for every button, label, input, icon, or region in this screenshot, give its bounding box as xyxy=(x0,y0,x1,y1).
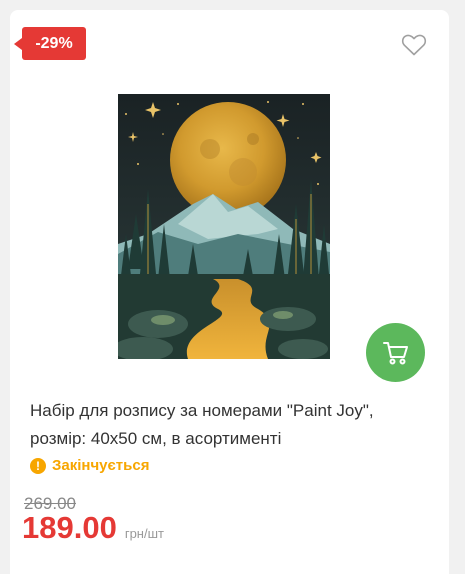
stock-status-label: Закінчується xyxy=(52,457,150,474)
cart-icon xyxy=(382,341,408,364)
discount-badge: -29% xyxy=(14,27,86,60)
price-row: 189.00 грн/шт xyxy=(22,510,164,546)
price-unit: грн/шт xyxy=(124,526,164,541)
exclamation-icon: ! xyxy=(30,457,46,474)
add-to-cart-button[interactable] xyxy=(366,323,425,382)
current-price: 189.00 xyxy=(22,510,117,545)
wishlist-button[interactable] xyxy=(401,33,427,57)
painting-image xyxy=(118,94,330,359)
product-image[interactable] xyxy=(118,94,330,359)
product-title[interactable]: Набір для розпису за номерами "Paint Joy… xyxy=(30,397,430,453)
stock-status: ! Закінчується xyxy=(30,457,149,474)
heart-icon xyxy=(401,34,427,56)
